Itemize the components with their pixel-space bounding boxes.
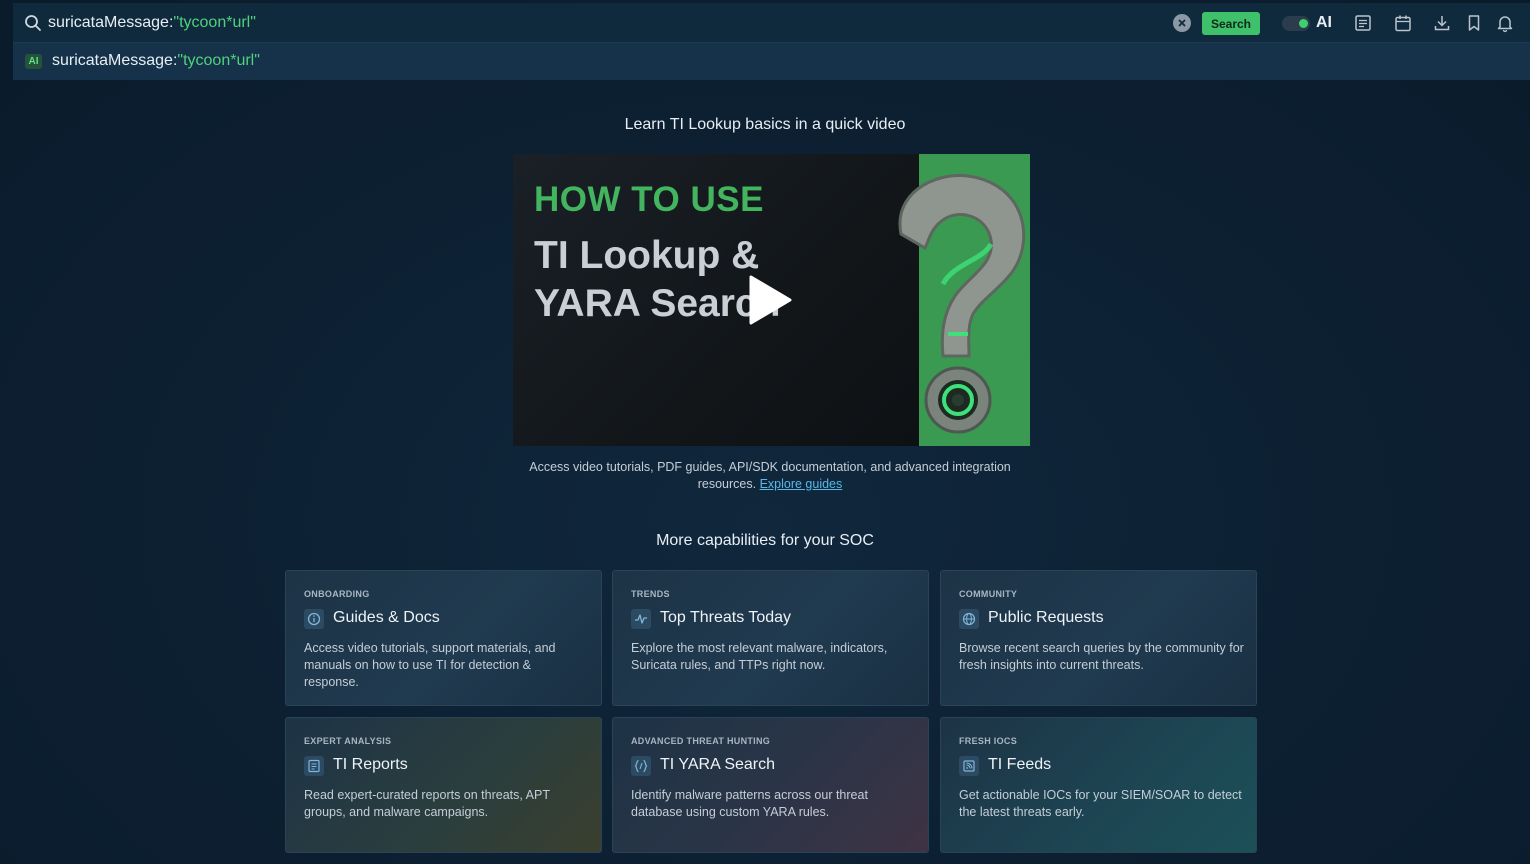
card-title: TI Feeds: [988, 756, 1052, 773]
capabilities-heading: More capabilities for your SOC: [656, 532, 874, 549]
search-bar: suricataMessage:"tycoon*url" Search AI: [13, 3, 1530, 43]
ai-badge: AI: [25, 54, 42, 69]
card-body: Browse recent search queries by the comm…: [959, 641, 1244, 672]
calendar-icon[interactable]: [1393, 13, 1413, 33]
page: suricataMessage:"tycoon*url" Search AI A…: [0, 0, 1530, 864]
card-eyebrow: ADVANCED THREAT HUNTING: [631, 736, 771, 746]
video-player[interactable]: HOW TO USE TI Lookup & YARA Search: [513, 154, 1030, 446]
video-section-heading: Learn TI Lookup basics in a quick video: [624, 116, 906, 133]
card-body: Identify malware patterns across our thr…: [631, 788, 868, 819]
search-input[interactable]: suricataMessage:"tycoon*url": [48, 14, 256, 32]
ai-suggestion-text: suricataMessage:"tycoon*url": [52, 52, 260, 70]
card-title: TI YARA Search: [660, 756, 776, 773]
video-section-description: Access video tutorials, PDF guides, API/…: [500, 459, 1040, 493]
video-thumbnail-line2: TI Lookup &: [534, 234, 760, 277]
close-icon: [1178, 19, 1186, 27]
card-eyebrow: TRENDS: [631, 589, 670, 599]
globe-icon: [959, 609, 979, 629]
syntax-help-icon[interactable]: [1353, 13, 1373, 33]
card-body: Access video tutorials, support material…: [304, 641, 556, 689]
play-icon[interactable]: [747, 274, 793, 326]
report-icon: [304, 756, 324, 776]
download-icon[interactable]: [1432, 13, 1452, 33]
card-body: Get actionable IOCs for your SIEM/SOAR t…: [959, 788, 1242, 819]
card-guides-docs[interactable]: ONBOARDING Guides & Docs Access video tu…: [285, 570, 602, 706]
pulse-icon: [631, 609, 651, 629]
bell-icon[interactable]: [1495, 13, 1515, 33]
question-mark-illustration-icon: [898, 174, 1026, 434]
card-body: Read expert-curated reports on threats, …: [304, 788, 550, 819]
video-thumbnail-line1: HOW TO USE: [534, 180, 764, 219]
ai-label: AI: [1316, 14, 1332, 31]
clear-search-button[interactable]: [1173, 14, 1191, 32]
card-ti-reports[interactable]: EXPERT ANALYSIS TI Reports Read expert-c…: [285, 717, 602, 853]
suggestion-field-name: suricataMessage:: [52, 52, 178, 69]
suggestion-value: "tycoon*url": [177, 52, 260, 69]
ai-suggestion-row[interactable]: AI suricataMessage:"tycoon*url": [13, 43, 1530, 80]
bookmark-icon[interactable]: [1464, 13, 1484, 33]
query-field-name: suricataMessage:: [48, 14, 174, 31]
card-body: Explore the most relevant malware, indic…: [631, 641, 888, 672]
card-eyebrow: FRESH IOCS: [959, 736, 1018, 746]
card-title: Top Threats Today: [660, 609, 792, 626]
card-title: Public Requests: [988, 609, 1104, 626]
card-eyebrow: COMMUNITY: [959, 589, 1018, 599]
search-button[interactable]: Search: [1202, 12, 1260, 35]
card-title: TI Reports: [333, 756, 408, 773]
ai-toggle-knob: [1299, 19, 1308, 28]
query-value: "tycoon*url": [173, 14, 256, 31]
ai-toggle[interactable]: [1282, 16, 1310, 31]
info-circle-icon: [304, 609, 324, 629]
card-title: Guides & Docs: [333, 609, 440, 626]
card-top-threats[interactable]: TRENDS Top Threats Today Explore the mos…: [612, 570, 929, 706]
code-braces-icon: [631, 756, 651, 776]
card-ti-yara-search[interactable]: ADVANCED THREAT HUNTING TI YARA Search I…: [612, 717, 929, 853]
video-thumbnail-line3: YARA Search: [534, 282, 781, 325]
card-ti-feeds[interactable]: FRESH IOCS TI Feeds Get actionable IOCs …: [940, 717, 1257, 853]
search-icon: [25, 15, 41, 31]
card-eyebrow: EXPERT ANALYSIS: [304, 736, 392, 746]
explore-guides-link[interactable]: Explore guides: [760, 477, 843, 491]
feed-icon: [959, 756, 979, 776]
card-eyebrow: ONBOARDING: [304, 589, 370, 599]
card-public-requests[interactable]: COMMUNITY Public Requests Browse recent …: [940, 570, 1257, 706]
